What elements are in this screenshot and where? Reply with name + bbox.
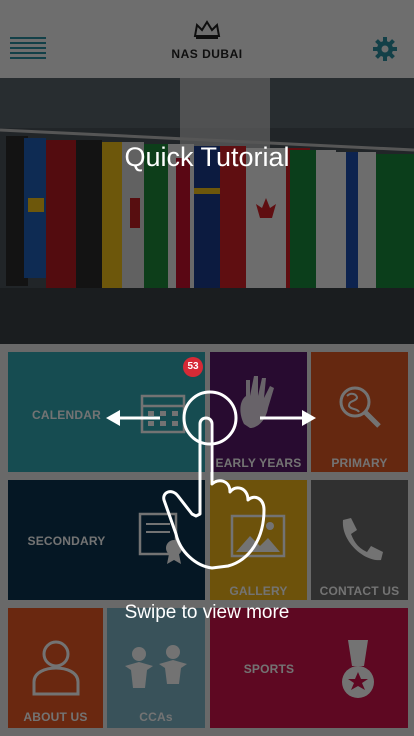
tile-contact-us-label: CONTACT US <box>319 584 400 598</box>
medal-icon <box>342 640 374 698</box>
gear-icon[interactable] <box>372 36 398 62</box>
swipe-gesture-icon <box>106 390 316 570</box>
menu-icon[interactable] <box>10 37 46 59</box>
globe-search-icon <box>339 386 381 428</box>
tile-ccas-label: CCAs <box>139 710 173 724</box>
hero-image <box>0 78 414 344</box>
tutorial-title: Quick Tutorial <box>124 142 290 172</box>
phone-icon <box>342 518 383 561</box>
tile-sports[interactable]: SPORTS <box>210 608 408 728</box>
tile-about-us-label: ABOUT US <box>23 710 88 724</box>
flags-illustration <box>0 78 414 344</box>
tile-primary[interactable]: PRIMARY <box>311 352 408 472</box>
school-logo: NAS DUBAI <box>171 18 242 61</box>
tile-contact-us[interactable]: CONTACT US <box>311 480 408 600</box>
crest-icon <box>193 19 221 39</box>
app-header: NAS DUBAI <box>0 0 414 78</box>
tile-primary-label: PRIMARY <box>331 456 388 470</box>
person-icon <box>32 640 80 696</box>
swipe-hint: Swipe to view more <box>124 602 290 623</box>
calendar-badge: 53 <box>183 357 203 377</box>
tile-about-us[interactable]: ABOUT US <box>8 608 103 728</box>
tile-gallery-label: GALLERY <box>229 584 288 598</box>
logo-text: NAS DUBAI <box>171 46 243 61</box>
